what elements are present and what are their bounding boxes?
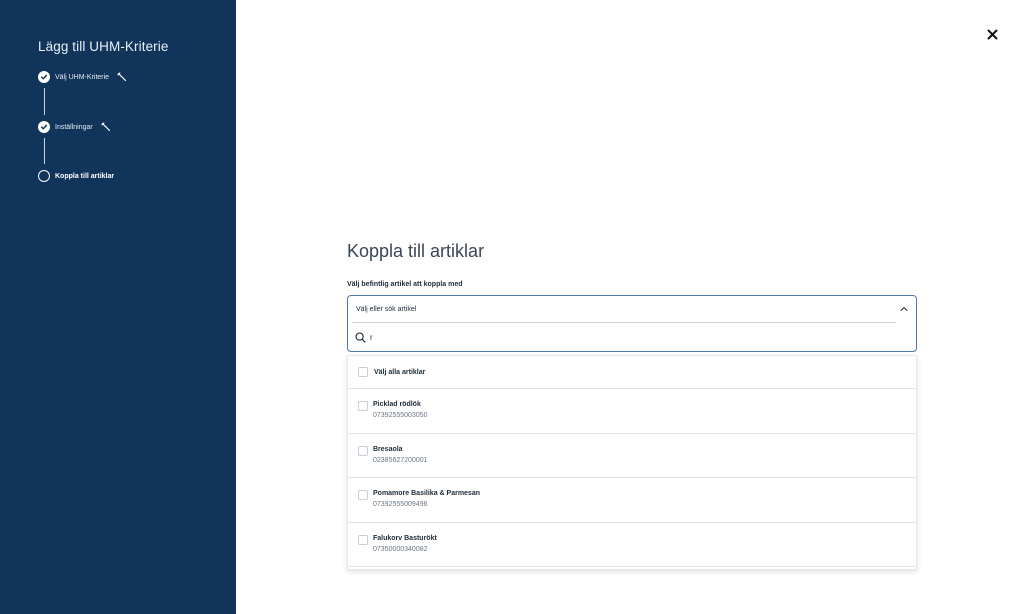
step-label: Inställningar — [55, 123, 93, 131]
step-installningar[interactable]: Inställningar — [38, 120, 111, 134]
checkbox[interactable] — [358, 367, 368, 377]
pencil-icon[interactable] — [117, 72, 127, 82]
article-name: Picklad rödlök — [373, 401, 421, 408]
list-item[interactable]: Picklad rödlök 07392555003050 — [348, 389, 916, 434]
select-value: Välj eller sök artikel — [356, 306, 417, 313]
page-title: Koppla till artiklar — [347, 241, 485, 261]
search-input[interactable] — [370, 329, 670, 345]
field-label: Välj befintlig artikel att koppla med — [347, 281, 463, 288]
dropdown-list: Välj alla artiklar Picklad rödlök 073925… — [347, 355, 917, 570]
checkbox[interactable] — [358, 401, 368, 411]
list-item[interactable]: Pomamore Basilika & Parmesan 07392555009… — [348, 478, 916, 523]
article-name: Bresaola — [373, 445, 403, 453]
article-select[interactable]: Välj eller sök artikel — [347, 295, 917, 352]
chevron-up-icon[interactable] — [900, 306, 908, 312]
step-label: Koppla till artiklar — [55, 172, 115, 180]
close-button[interactable] — [985, 27, 999, 41]
article-code: 02385627200001 — [373, 456, 428, 464]
search-icon — [355, 332, 366, 343]
empty-circle-icon — [38, 170, 50, 182]
article-code: 07350000340082 — [373, 545, 428, 553]
step-label: Välj UHM-Kriterie — [55, 73, 110, 81]
sidebar: Lägg till UHM-Kriterie Välj UHM-Kriterie… — [0, 0, 236, 614]
article-name: Pomamore Basilika & Parmesan — [373, 490, 480, 497]
close-icon — [987, 29, 997, 39]
step-koppla-till-artiklar[interactable]: Koppla till artiklar — [38, 169, 114, 183]
option-select-all[interactable]: Välj alla artiklar — [348, 356, 916, 389]
checkbox[interactable] — [358, 445, 368, 456]
check-circle-icon — [38, 121, 50, 133]
pencil-icon[interactable] — [101, 122, 111, 132]
article-code: 07392555009496 — [373, 501, 428, 508]
divider — [352, 322, 896, 323]
checkbox[interactable] — [358, 490, 368, 500]
checkbox[interactable] — [358, 534, 368, 545]
option-label: Välj alla artiklar — [374, 368, 426, 376]
step-connector — [43, 88, 45, 115]
step-connector — [43, 138, 45, 164]
list-item[interactable]: Bresaola 02385627200001 — [348, 434, 916, 478]
sidebar-title: Lägg till UHM-Kriterie — [38, 39, 169, 54]
step-valj-uhm-kriterie[interactable]: Välj UHM-Kriterie — [38, 70, 127, 84]
check-circle-icon — [38, 71, 50, 83]
article-code: 07392555003050 — [373, 412, 428, 419]
article-name: Falukorv Basturökt — [373, 534, 437, 542]
list-item[interactable]: Falukorv Basturökt 07350000340082 — [348, 523, 916, 567]
